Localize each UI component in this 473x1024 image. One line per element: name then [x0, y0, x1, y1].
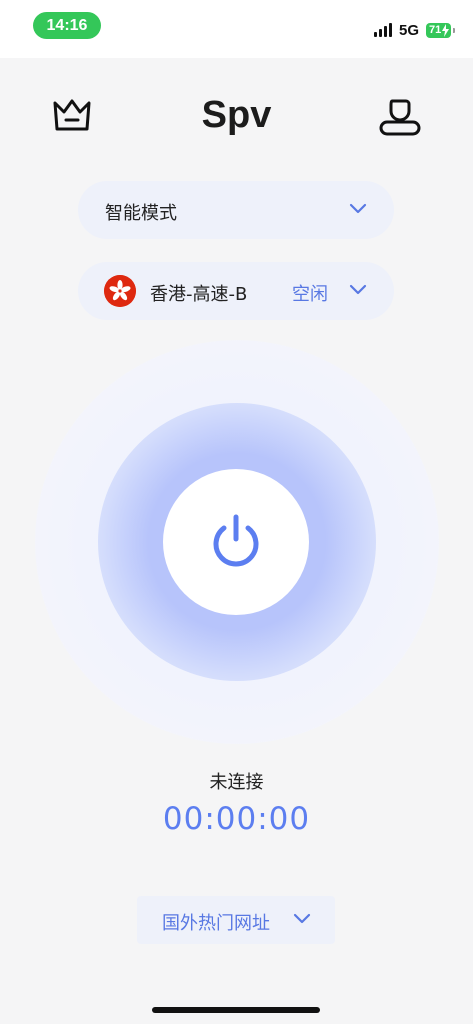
- charging-bolt-icon: [442, 23, 449, 37]
- home-indicator[interactable]: [152, 1007, 320, 1013]
- power-button[interactable]: [163, 469, 309, 615]
- status-bar: 14:16 5G 71: [0, 0, 473, 58]
- chevron-down-icon: [349, 203, 367, 214]
- popular-sites-label: 国外热门网址: [162, 913, 270, 934]
- mode-selector[interactable]: 智能模式: [78, 181, 394, 239]
- mode-label: 智能模式: [105, 203, 177, 224]
- server-selector[interactable]: 香港-高速-B 空闲: [78, 262, 394, 320]
- battery-level: 71: [429, 24, 442, 36]
- chevron-down-icon: [349, 284, 367, 295]
- status-time: 14:16: [33, 12, 101, 39]
- chevron-down-icon: [293, 913, 311, 924]
- user-icon[interactable]: [378, 96, 422, 136]
- status-indicators: 5G 71: [373, 19, 455, 41]
- connection-status: 未连接: [209, 772, 264, 793]
- hong-kong-flag-icon: [104, 275, 136, 307]
- signal-icon: [373, 23, 392, 37]
- header: Spv: [0, 58, 473, 178]
- server-status: 空闲: [292, 284, 328, 305]
- popular-sites-button[interactable]: 国外热门网址: [137, 896, 335, 944]
- power-icon: [213, 514, 259, 567]
- connection-timer: 00:00:00: [162, 801, 311, 837]
- network-label: 5G: [398, 21, 419, 39]
- server-region: 香港-高速-B: [150, 284, 248, 305]
- battery-icon: 71: [426, 22, 455, 38]
